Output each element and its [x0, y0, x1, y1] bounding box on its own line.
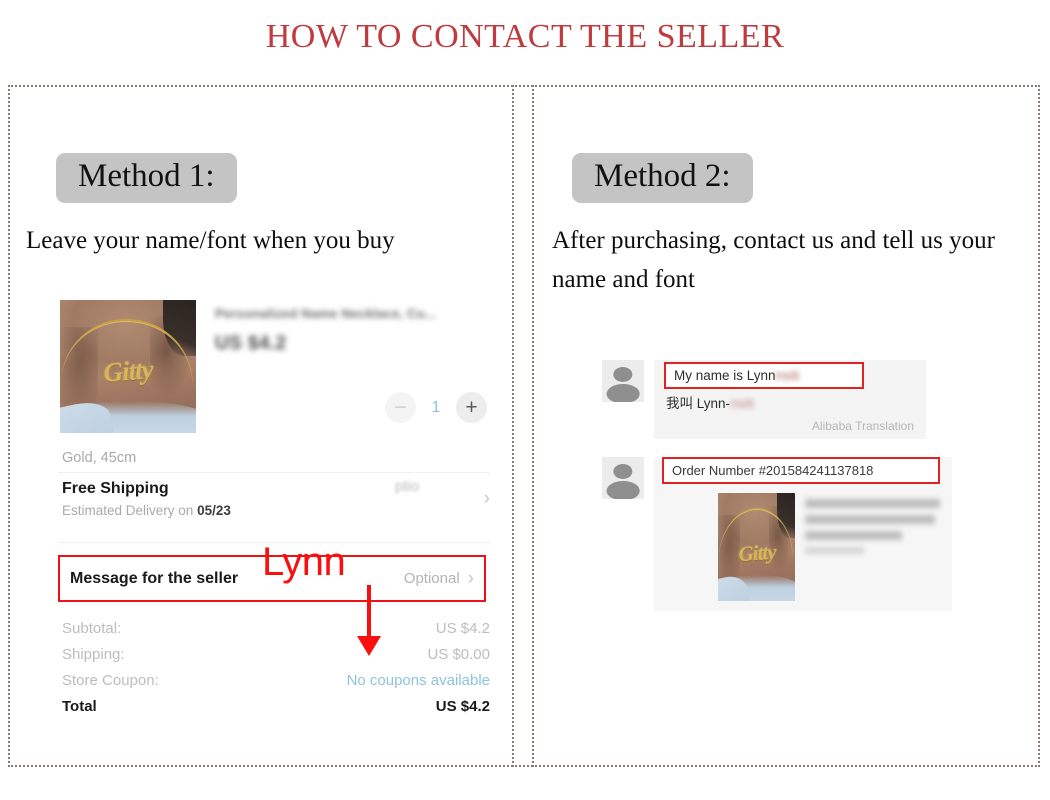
chat-message-1-english: My name is Lynnnsiti — [674, 368, 854, 383]
quantity-stepper[interactable]: − 1 + — [385, 392, 487, 423]
total-row: Total US $4.2 — [62, 698, 490, 715]
total-row-label: Store Coupon: — [62, 672, 159, 689]
total-row-label: Shipping: — [62, 646, 125, 663]
shipping-subtitle-prefix: Estimated Delivery on — [62, 503, 198, 518]
quantity-value: 1 — [431, 398, 441, 416]
avatar-head — [613, 463, 633, 479]
total-row: Shipping: US $0.00 — [62, 646, 490, 663]
necklace-pendant-name: Gitty — [102, 354, 154, 388]
chevron-right-icon[interactable]: › — [484, 488, 490, 510]
total-row-label: Total — [62, 698, 97, 715]
total-row-value: US $4.2 — [435, 698, 490, 715]
avatar — [602, 360, 644, 402]
order-product-card: Gitty — [718, 493, 940, 601]
chat-message-2: Gitty Order Number #201584241137818 — [602, 457, 1022, 611]
down-arrow-icon-head — [357, 636, 381, 656]
highlight-box-name-message: My name is Lynnnsiti — [664, 362, 864, 389]
quantity-decrease-button[interactable]: − — [385, 392, 416, 423]
lynn-annotation-text: Lynn — [262, 540, 346, 584]
order-checkout-screenshot: Gitty Personalized Name Necklace, Cu... … — [50, 290, 500, 740]
page-title: HOW TO CONTACT THE SELLER — [265, 18, 785, 55]
chat-message-1-chinese-text: 我叫 Lynn- — [666, 396, 731, 411]
highlight-box-order-number: Order Number #201584241137818 — [662, 457, 940, 484]
avatar-body — [606, 480, 640, 499]
product-row: Gitty Personalized Name Necklace, Cu... … — [60, 300, 490, 440]
total-row: Store Coupon: No coupons available — [62, 672, 490, 689]
necklace-pendant-name: Gitty — [737, 539, 776, 566]
down-arrow-icon-shaft — [367, 585, 371, 640]
method-2-panel: Method 2: After purchasing, contact us a… — [534, 85, 1038, 767]
divider-above-shipping — [58, 472, 490, 473]
chat-message-1-chinese: 我叫 Lynn-nsiti — [666, 392, 914, 412]
total-row-value: US $0.00 — [427, 646, 490, 663]
card-line — [805, 531, 903, 540]
chat-screenshot: 我叫 Lynn-nsiti Alibaba Translation My nam… — [602, 360, 1022, 623]
chat-message-1-english-text: My name is Lynn — [674, 368, 776, 383]
avatar-body — [606, 383, 640, 402]
message-for-seller-value: Optional — [403, 570, 460, 587]
center-divider-left — [512, 85, 514, 767]
total-row-value: US $4.2 — [435, 620, 490, 637]
method-1-description: Leave your name/font when you buy — [26, 227, 395, 254]
total-row-label: Subtotal: — [62, 620, 122, 637]
method-1-badge: Method 1: — [56, 153, 237, 203]
card-line — [805, 499, 940, 508]
product-price: US $4.2 — [215, 333, 287, 354]
message-for-seller-label: Message for the seller — [70, 569, 239, 587]
store-coupon-link[interactable]: No coupons available — [347, 672, 490, 689]
avatar-head — [613, 366, 633, 382]
translation-label: Alibaba Translation — [811, 419, 914, 433]
order-number-text: Order Number #201584241137818 — [672, 463, 874, 478]
product-card-text-blurred — [805, 493, 940, 601]
chat-message-1-chinese-blur: nsiti — [730, 396, 755, 411]
chat-message-1: 我叫 Lynn-nsiti Alibaba Translation My nam… — [602, 360, 1022, 439]
shipping-optional-blurred: ptio — [395, 478, 420, 495]
card-line — [805, 547, 865, 554]
shipping-date: 05/23 — [197, 503, 231, 518]
shipping-subtitle: Estimated Delivery on 05/23 — [62, 503, 231, 518]
shipping-row[interactable]: Free Shipping Estimated Delivery on 05/2… — [62, 480, 490, 518]
quantity-increase-button[interactable]: + — [456, 392, 487, 423]
product-variant: Gold, 45cm — [62, 450, 137, 466]
message-for-seller-value-group: Optional › — [404, 568, 474, 590]
chevron-right-icon[interactable]: › — [468, 568, 474, 590]
total-row: Subtotal: US $4.2 — [62, 620, 490, 637]
method-1-panel: Method 1: Leave your name/font when you … — [10, 85, 512, 767]
order-totals: Subtotal: US $4.2 Shipping: US $0.00 Sto… — [62, 620, 490, 724]
product-photo: Gitty — [718, 493, 796, 601]
product-title: Personalized Name Necklace, Cu... — [215, 306, 437, 321]
shipping-title: Free Shipping — [62, 480, 169, 497]
card-line — [805, 515, 935, 524]
product-info: Personalized Name Necklace, Cu... US $4.… — [215, 306, 490, 355]
method-2-badge: Method 2: — [572, 153, 753, 203]
method-2-description: After purchasing, contact us and tell us… — [552, 227, 995, 293]
avatar — [602, 457, 644, 499]
product-photo: Gitty — [60, 300, 196, 433]
chat-message-1-english-blur: nsiti — [775, 368, 800, 383]
